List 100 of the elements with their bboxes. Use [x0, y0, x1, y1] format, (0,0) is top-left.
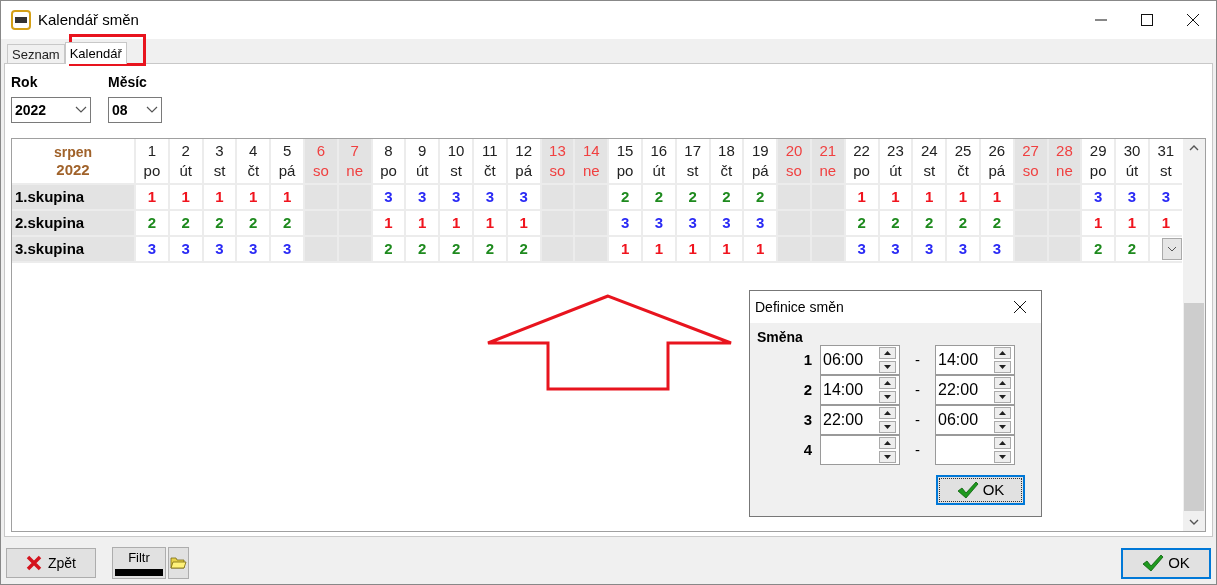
shift-cell[interactable]: 3 — [203, 237, 236, 261]
shift-cell[interactable]: 3 — [1082, 185, 1115, 209]
shift-cell[interactable]: 3 — [609, 211, 641, 235]
shift-cell[interactable]: 3 — [169, 237, 202, 261]
spin-up-icon[interactable] — [879, 377, 896, 389]
shift-cell[interactable]: 1 — [947, 185, 979, 209]
ok-button[interactable]: OK — [1121, 547, 1211, 579]
shift-cell[interactable]: 3 — [406, 185, 439, 209]
shift-cell[interactable]: 2 — [136, 211, 168, 235]
shift-cell[interactable]: 3 — [947, 237, 979, 261]
shift-cell[interactable]: 1 — [440, 211, 472, 235]
spin-up-icon[interactable] — [879, 437, 896, 449]
shift-cell[interactable]: 1 — [136, 185, 168, 209]
shift-cell[interactable]: 3 — [710, 211, 743, 235]
shift-cell[interactable]: 2 — [271, 211, 303, 235]
shift-cell[interactable]: 2 — [845, 211, 878, 235]
spin-up-icon[interactable] — [994, 407, 1011, 419]
shift-cell[interactable]: 1 — [372, 211, 405, 235]
folder-button[interactable] — [168, 547, 189, 579]
time-spinbox[interactable]: 06:00 — [820, 345, 900, 375]
shift-cell[interactable]: 3 — [440, 185, 472, 209]
shift-cell[interactable]: 1 — [203, 185, 236, 209]
spin-down-icon[interactable] — [994, 451, 1011, 463]
shift-cell[interactable]: 2 — [676, 185, 709, 209]
spin-down-icon[interactable] — [879, 391, 896, 403]
shift-cell[interactable]: 3 — [642, 211, 675, 235]
shift-cell[interactable]: 1 — [237, 185, 270, 209]
spin-down-icon[interactable] — [879, 361, 896, 373]
shift-cell[interactable]: 2 — [507, 237, 540, 261]
shift-cell[interactable]: 2 — [980, 211, 1013, 235]
shift-cell[interactable]: 2 — [406, 237, 439, 261]
shift-cell[interactable]: 2 — [642, 185, 675, 209]
shift-cell[interactable]: 3 — [744, 211, 777, 235]
close-icon[interactable] — [1187, 14, 1199, 26]
time-spinbox[interactable]: 22:00 — [820, 405, 900, 435]
shift-cell[interactable]: 3 — [507, 185, 540, 209]
shift-cell[interactable]: 2 — [710, 185, 743, 209]
shift-cell[interactable]: 2 — [879, 211, 912, 235]
shift-cell[interactable]: 3 — [980, 237, 1013, 261]
scrollbar[interactable] — [1183, 139, 1205, 531]
time-spinbox[interactable]: 06:00 — [935, 405, 1015, 435]
shift-cell[interactable]: 2 — [473, 237, 506, 261]
spin-down-icon[interactable] — [879, 451, 896, 463]
shift-cell[interactable]: 1 — [913, 185, 946, 209]
shift-cell[interactable]: 2 — [1082, 237, 1115, 261]
time-spinbox[interactable]: 14:00 — [820, 375, 900, 405]
maximize-icon[interactable] — [1141, 14, 1153, 26]
spin-up-icon[interactable] — [994, 347, 1011, 359]
shift-cell[interactable]: 1 — [169, 185, 202, 209]
shift-cell[interactable]: 3 — [913, 237, 946, 261]
shift-cell[interactable]: 2 — [744, 185, 777, 209]
back-button[interactable]: Zpět — [6, 548, 96, 578]
shift-cell[interactable]: 2 — [1116, 237, 1148, 261]
shift-cell[interactable]: 1 — [1082, 211, 1115, 235]
time-spinbox[interactable]: 14:00 — [935, 345, 1015, 375]
dropdown[interactable]: 2022 — [11, 97, 91, 123]
spin-up-icon[interactable] — [879, 347, 896, 359]
shift-cell[interactable]: 2 — [947, 211, 979, 235]
shift-cell[interactable]: 3 — [136, 237, 168, 261]
dropdown[interactable]: 08 — [108, 97, 162, 123]
spin-up-icon[interactable] — [879, 407, 896, 419]
shift-cell[interactable]: 3 — [879, 237, 912, 261]
shift-cell[interactable]: 1 — [1116, 211, 1148, 235]
shift-cell[interactable]: 1 — [980, 185, 1013, 209]
shift-cell[interactable]: 1 — [609, 237, 641, 261]
shift-cell[interactable]: 1 — [507, 211, 540, 235]
shift-cell[interactable]: 3 — [237, 237, 270, 261]
shift-cell[interactable]: 3 — [473, 185, 506, 209]
shift-cell[interactable]: 2 — [169, 211, 202, 235]
scroll-down-icon[interactable] — [1189, 519, 1199, 525]
shift-cell[interactable]: 2 — [609, 185, 641, 209]
shift-cell[interactable]: 1 — [1149, 211, 1182, 235]
time-spinbox[interactable]: 22:00 — [935, 375, 1015, 405]
shift-cell[interactable]: 1 — [271, 185, 303, 209]
shift-cell[interactable]: 3 — [372, 185, 405, 209]
cell-dropdown-button[interactable] — [1161, 238, 1182, 260]
spin-up-icon[interactable] — [994, 377, 1011, 389]
tab[interactable]: Seznam — [7, 44, 65, 63]
close-icon[interactable] — [1014, 301, 1026, 313]
shift-cell[interactable]: 2 — [440, 237, 472, 261]
filter-button[interactable]: Filtr — [112, 547, 166, 579]
shift-cell[interactable]: 1 — [642, 237, 675, 261]
spin-down-icon[interactable] — [879, 421, 896, 433]
shift-cell[interactable]: 1 — [710, 237, 743, 261]
shift-cell[interactable]: 3 — [1116, 185, 1148, 209]
ok-button[interactable]: OK — [936, 475, 1025, 505]
shift-cell[interactable]: 3 — [845, 237, 878, 261]
shift-cell[interactable]: 1 — [473, 211, 506, 235]
spin-up-icon[interactable] — [994, 437, 1011, 449]
shift-cell[interactable]: 2 — [913, 211, 946, 235]
shift-cell[interactable]: 2 — [237, 211, 270, 235]
scroll-up-icon[interactable] — [1189, 145, 1199, 151]
shift-cell[interactable]: 3 — [271, 237, 303, 261]
tab[interactable]: Kalendář — [64, 42, 127, 64]
shift-cell[interactable]: 1 — [879, 185, 912, 209]
shift-cell[interactable]: 2 — [203, 211, 236, 235]
shift-cell[interactable]: 1 — [676, 237, 709, 261]
shift-cell[interactable]: 1 — [845, 185, 878, 209]
spin-down-icon[interactable] — [994, 361, 1011, 373]
spin-down-icon[interactable] — [994, 391, 1011, 403]
